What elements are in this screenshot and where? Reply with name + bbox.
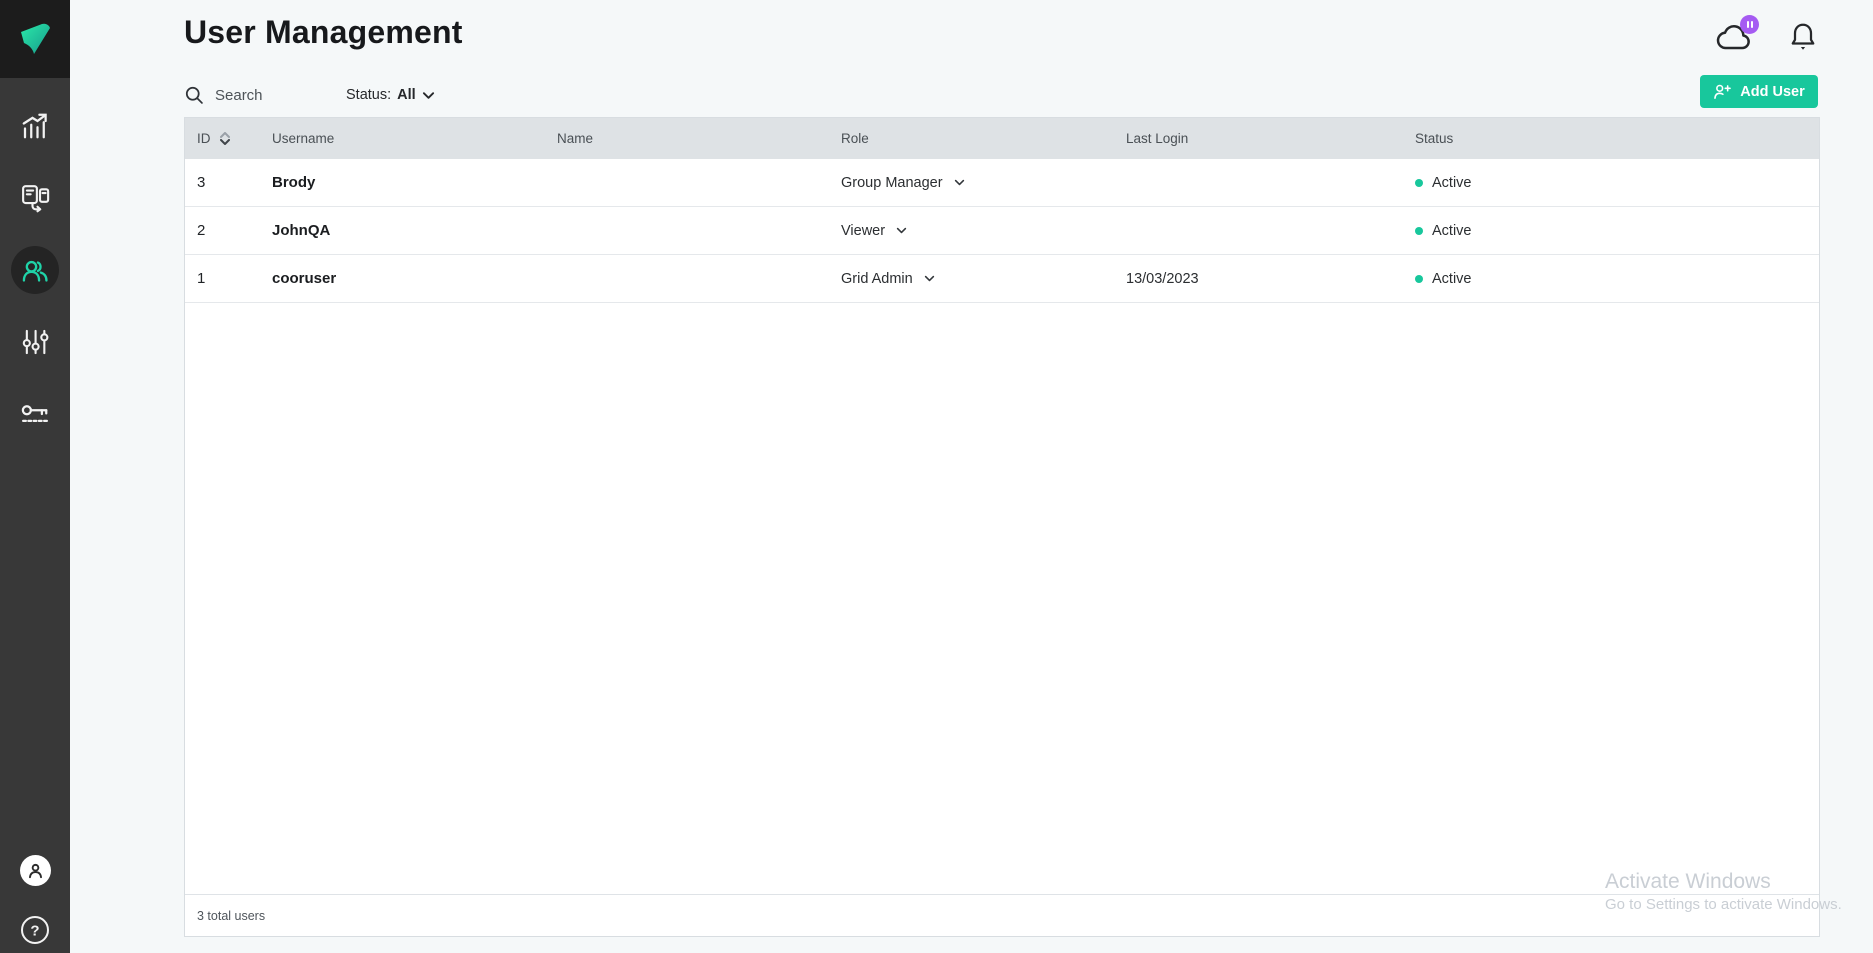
users-table: ID Username Name Role Last Login Status … (184, 117, 1820, 937)
cell-status: Active (1415, 271, 1819, 287)
notifications-button[interactable] (1788, 20, 1818, 54)
sidebar-item-grid[interactable] (0, 162, 70, 234)
sidebar-item-keys[interactable] (0, 378, 70, 450)
role-dropdown[interactable]: Viewer (841, 223, 907, 239)
chevron-down-icon (924, 275, 935, 282)
search-icon (184, 85, 205, 106)
add-user-label: Add User (1740, 84, 1804, 100)
user-avatar-icon (26, 861, 45, 880)
sliders-icon (21, 328, 49, 356)
table-row[interactable]: 1 cooruser Grid Admin 13/03/2023 Active (185, 255, 1819, 303)
status-dot-icon (1415, 179, 1423, 187)
table-empty-area (185, 303, 1819, 894)
role-dropdown[interactable]: Grid Admin (841, 271, 935, 287)
table-toolbar: Status: All (184, 78, 435, 112)
column-header-username[interactable]: Username (272, 131, 557, 146)
role-value: Group Manager (841, 175, 943, 191)
table-row[interactable]: 3 Brody Group Manager Active (185, 159, 1819, 207)
active-item-highlight (11, 246, 59, 294)
column-header-role[interactable]: Role (841, 131, 1126, 146)
status-filter-dropdown[interactable]: Status: All (346, 87, 435, 103)
person-add-icon (1713, 83, 1732, 100)
sidebar-item-users[interactable] (0, 234, 70, 306)
sidebar: ? (0, 0, 70, 953)
column-header-status[interactable]: Status (1415, 131, 1819, 146)
help-icon: ? (19, 914, 51, 946)
page-title: User Management (184, 14, 463, 51)
chevron-down-icon (422, 91, 435, 100)
sidebar-item-analytics[interactable] (0, 90, 70, 162)
svg-text:?: ? (30, 923, 39, 940)
pause-badge-icon (1740, 15, 1759, 34)
cell-id: 3 (197, 174, 272, 191)
status-filter-value: All (397, 87, 416, 103)
logo-icon (17, 21, 53, 57)
cell-username: cooruser (272, 270, 557, 287)
table-footer: 3 total users (185, 894, 1819, 936)
app-logo[interactable] (0, 0, 70, 78)
key-icon (20, 399, 50, 429)
status-label: Active (1432, 175, 1472, 191)
avatar (20, 855, 51, 886)
cloud-status-button[interactable] (1716, 22, 1756, 54)
total-users-count: 3 total users (197, 909, 265, 923)
search-input[interactable] (215, 87, 311, 104)
sidebar-item-account[interactable] (0, 855, 70, 886)
cell-status: Active (1415, 223, 1819, 239)
cell-last-login: 13/03/2023 (1126, 271, 1415, 287)
role-value: Grid Admin (841, 271, 913, 287)
analytics-icon (20, 111, 50, 141)
chevron-down-icon (896, 227, 907, 234)
bell-icon (1788, 20, 1818, 54)
cell-username: JohnQA (272, 222, 557, 239)
status-dot-icon (1415, 227, 1423, 235)
table-header-row: ID Username Name Role Last Login Status (185, 118, 1819, 159)
table-row[interactable]: 2 JohnQA Viewer Active (185, 207, 1819, 255)
sidebar-item-settings[interactable] (0, 306, 70, 378)
role-value: Viewer (841, 223, 885, 239)
status-label: Active (1432, 223, 1472, 239)
sidebar-nav (0, 90, 70, 450)
status-label: Active (1432, 271, 1472, 287)
column-header-id[interactable]: ID (197, 131, 272, 146)
status-filter-label: Status: (346, 87, 391, 103)
grid-devices-icon (20, 183, 50, 213)
status-dot-icon (1415, 275, 1423, 283)
sort-icon[interactable] (220, 132, 230, 145)
add-user-button[interactable]: Add User (1700, 75, 1818, 108)
cell-username: Brody (272, 174, 557, 191)
cell-status: Active (1415, 175, 1819, 191)
search-box[interactable] (184, 85, 311, 106)
column-header-name[interactable]: Name (557, 131, 841, 146)
users-icon (21, 256, 49, 284)
cell-id: 1 (197, 270, 272, 287)
cell-id: 2 (197, 222, 272, 239)
chevron-down-icon (954, 179, 965, 186)
sidebar-item-help[interactable]: ? (0, 914, 70, 946)
column-header-last-login[interactable]: Last Login (1126, 131, 1415, 146)
role-dropdown[interactable]: Group Manager (841, 175, 965, 191)
